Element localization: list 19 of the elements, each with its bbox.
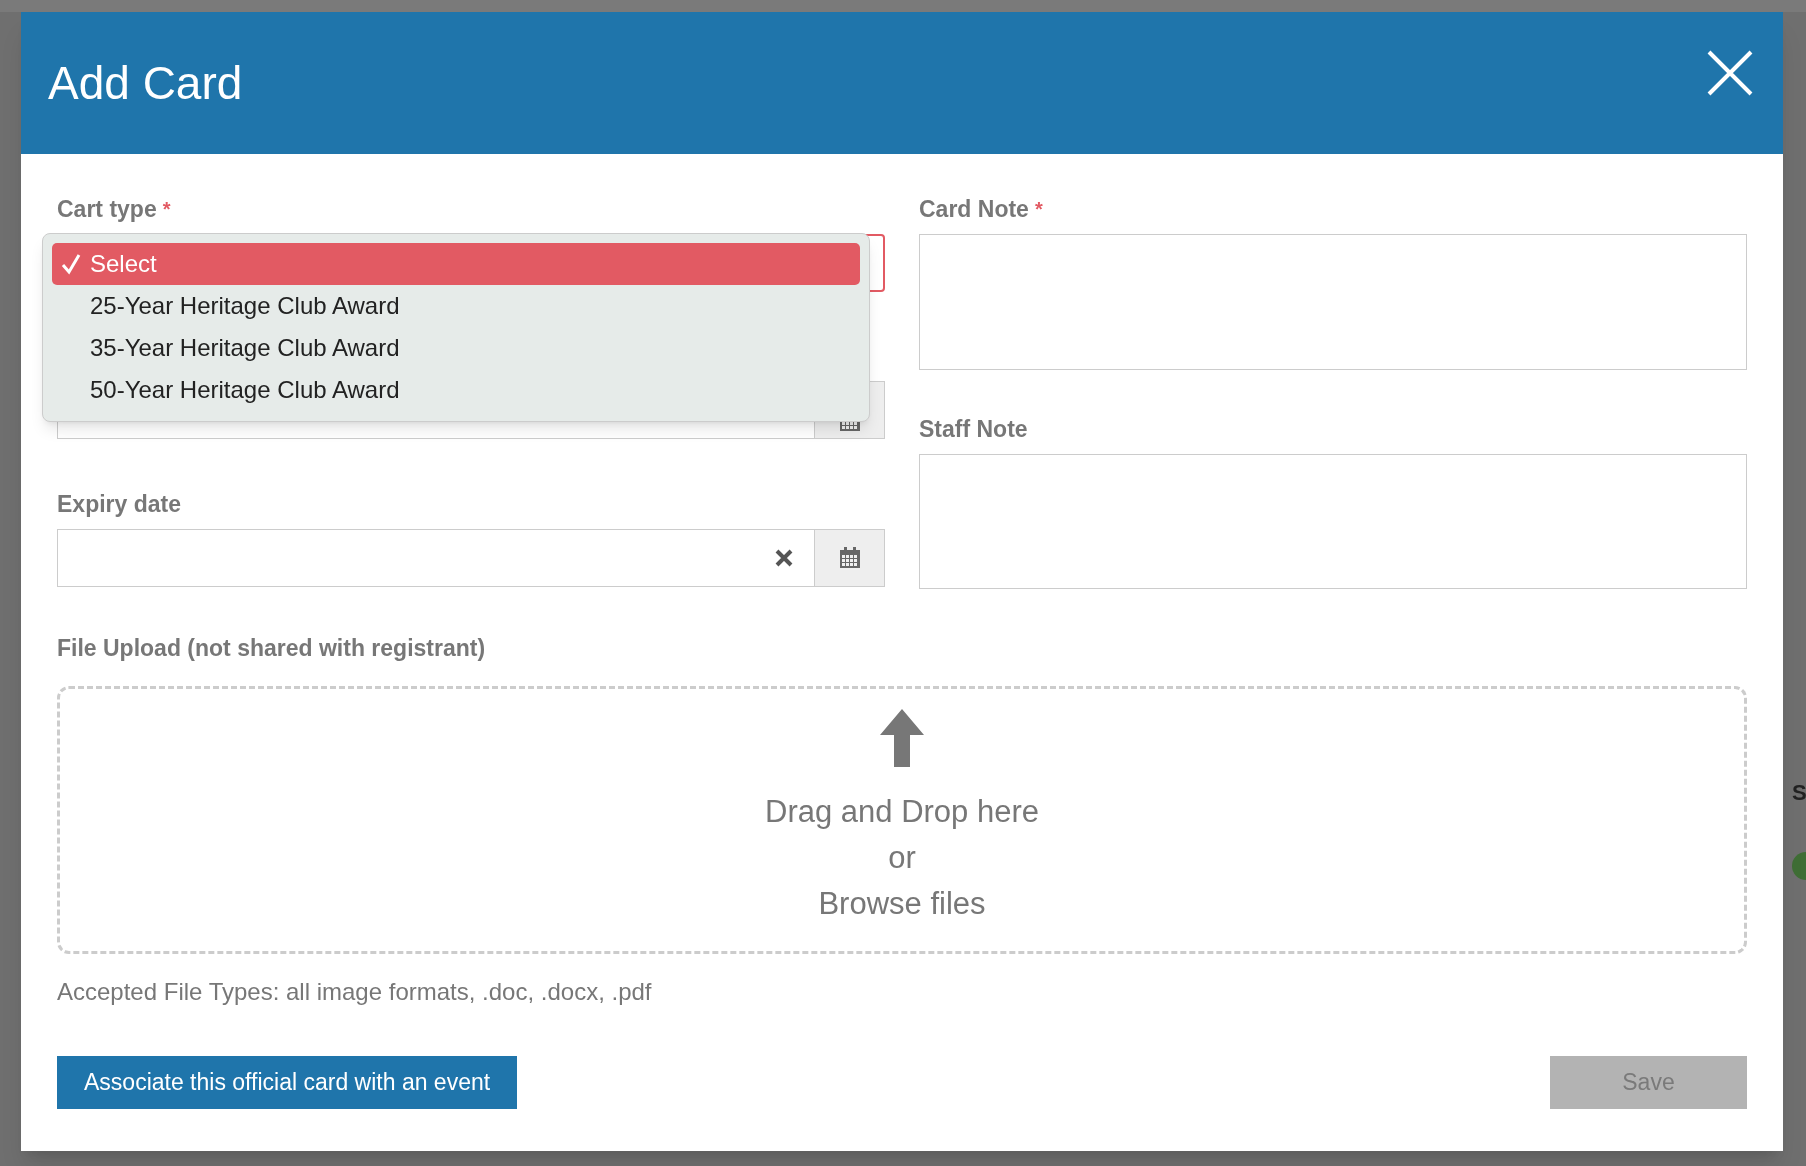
required-mark: * [1034, 197, 1043, 222]
field-label: Cart type [57, 196, 157, 222]
section-label: File Upload (not shared with registrant) [57, 634, 487, 663]
dropdown-option[interactable]: 25-Year Heritage Club Award [52, 285, 860, 327]
required-mark: * [162, 197, 171, 222]
dropdown-option[interactable]: 50-Year Heritage Club Award [52, 369, 860, 411]
drop-zone-text: Drag and Drop here [765, 792, 1039, 831]
field-label: Staff Note [919, 416, 1028, 442]
drop-zone-text: or [888, 838, 916, 877]
dropdown-option[interactable]: 35-Year Heritage Club Award [52, 327, 860, 369]
dropdown-option[interactable]: Select [52, 243, 860, 285]
page-text: S [1792, 779, 1806, 807]
drop-zone[interactable]: Drag and Drop here or Browse files [57, 685, 1747, 954]
field-label: Card Note [919, 196, 1029, 222]
field-label: Expiry date [57, 491, 181, 517]
modal-title: Add Card [48, 55, 243, 111]
drop-zone-text: Browse files [818, 884, 986, 923]
help-text: Accepted File Types: all image formats, .doc, .docx, .pdf [57, 976, 653, 1007]
associate-button[interactable]: Associate this official card with an event [57, 1055, 518, 1109]
